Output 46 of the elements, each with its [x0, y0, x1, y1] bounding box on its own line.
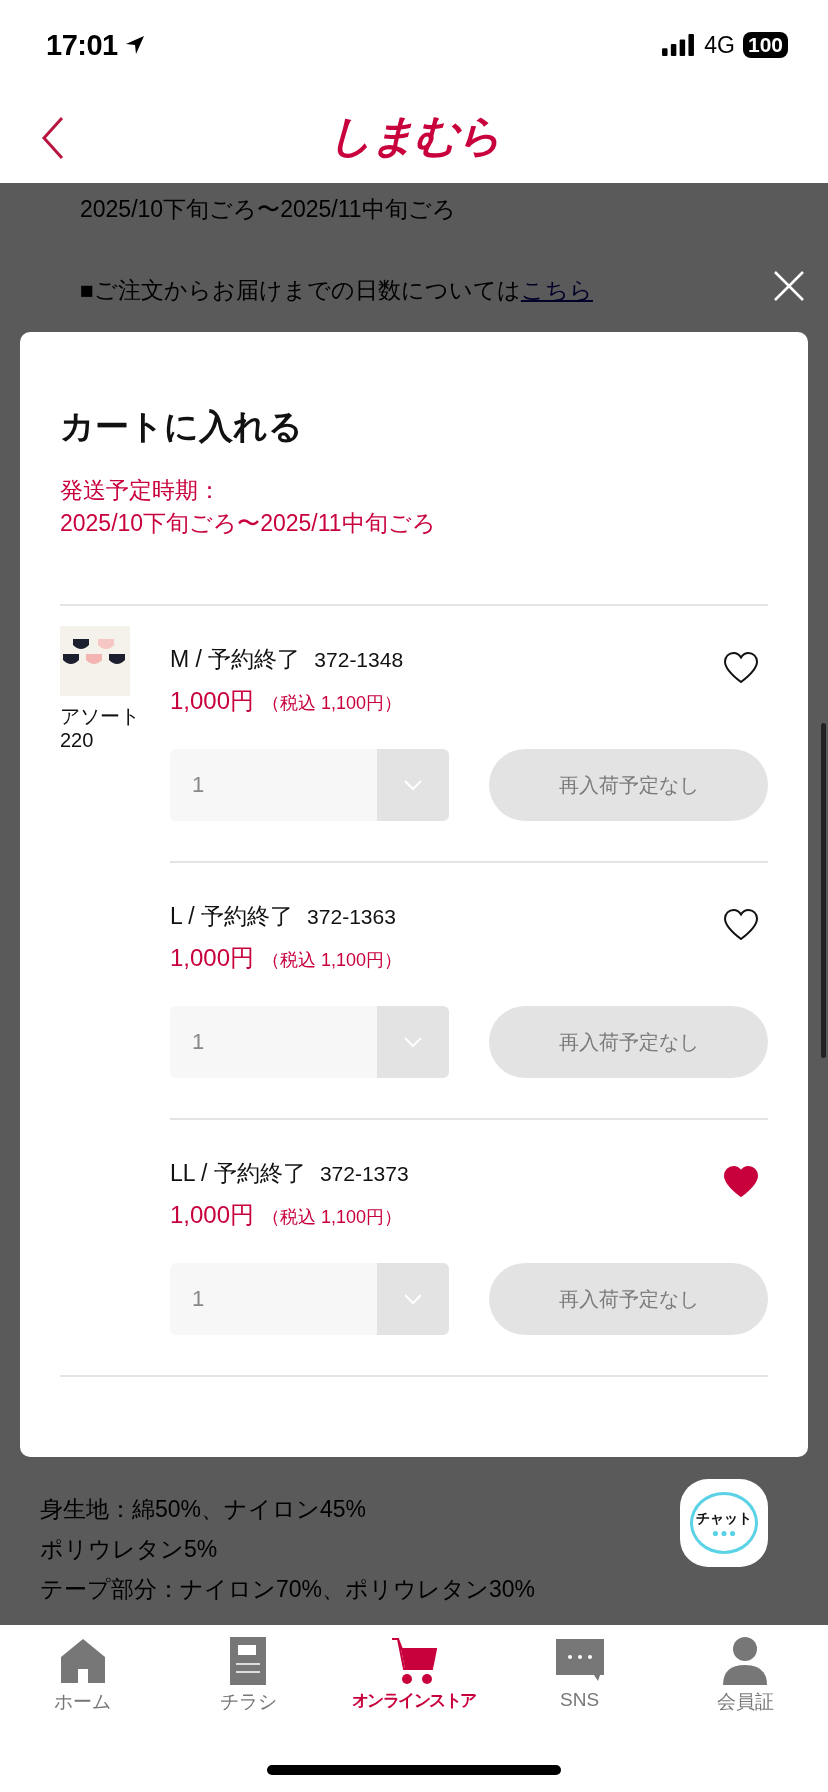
price: 1,000円 [170, 1200, 255, 1230]
person-icon [721, 1637, 770, 1685]
shipping-label: 発送予定時期： [60, 476, 222, 505]
page-text: ポリウレタン5% [40, 1535, 218, 1564]
house-icon [58, 1637, 107, 1685]
variant-name: M / 予約終了 [170, 645, 301, 674]
nav-tab[interactable]: 会員証 [662, 1637, 828, 1765]
speech-bubble: チャット [690, 1492, 758, 1554]
close-button[interactable] [772, 269, 806, 303]
battery-level: 100 [747, 33, 783, 57]
price: 1,000円 [170, 943, 255, 973]
page-text: ■ご注文からお届けまでの日数については こちら [80, 276, 593, 305]
color-code: 220 [60, 728, 95, 752]
heart-icon[interactable] [724, 652, 758, 683]
status-time: 17:01 [46, 28, 118, 62]
item-code: 372-1363 [307, 905, 396, 929]
page-text: 身生地：綿50%、ナイロン45% [40, 1495, 367, 1524]
nav-tab[interactable]: オンラインストア [331, 1637, 497, 1765]
shipping-period: 2025/10下旬ごろ〜2025/11中旬ごろ [60, 509, 437, 538]
page-text: テープ部分：ナイロン70%、ポリウレタン30% [40, 1575, 536, 1604]
price: 1,000円 [170, 686, 255, 716]
logo: しまむら [328, 110, 500, 162]
tax-price: （税込 1,100円） [262, 692, 403, 715]
dots-icon [712, 1529, 736, 1537]
chevron-down-icon [403, 1036, 423, 1048]
nav-tab[interactable]: SNS [496, 1637, 663, 1765]
variant-name: LL / 予約終了 [170, 1159, 306, 1188]
nav-tab[interactable]: チラシ [165, 1637, 332, 1765]
heart-icon[interactable] [724, 909, 758, 940]
heart-filled-icon[interactable] [724, 1166, 758, 1197]
signal-icon [660, 34, 697, 56]
dialog-title: カートに入れる [60, 406, 304, 447]
variant-name: L / 予約終了 [170, 902, 294, 931]
tax-price: （税込 1,100円） [262, 1206, 403, 1229]
item-code: 372-1348 [314, 648, 404, 672]
nav-tab[interactable]: ホーム [0, 1637, 166, 1765]
tax-price: （税込 1,100円） [262, 949, 403, 972]
page-text: 2025/10下旬ごろ〜2025/11中旬ごろ [80, 195, 456, 224]
color-name: アソート [60, 704, 141, 728]
item-code: 372-1373 [319, 1162, 409, 1186]
chat-button[interactable]: チャット [680, 1479, 768, 1567]
cart-icon [390, 1637, 438, 1685]
link[interactable]: こちら [520, 277, 593, 303]
chevron-down-icon [403, 1293, 423, 1305]
network-label: 4G [704, 31, 735, 59]
chevron-down-icon [403, 779, 423, 791]
